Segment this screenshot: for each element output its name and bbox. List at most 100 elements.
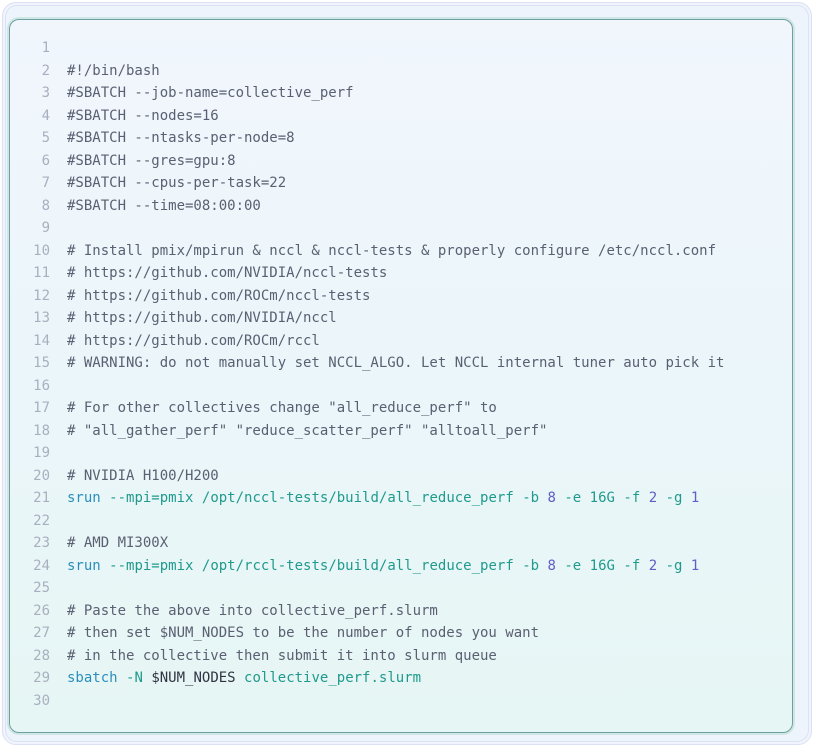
line-number: 24 [33,557,50,574]
code-token: # https://github.com/ROCm/rccl [67,332,320,349]
code-token: collective_perf.slurm [244,670,422,686]
code-token: 2 [648,557,658,574]
code-text: # https://github.com/NVIDIA/nccl [67,307,337,330]
code-token: srun [67,490,101,506]
code-token: # For other collectives change "all_redu… [67,400,497,416]
line-number: 3 [41,85,50,101]
code-token: #SBATCH --nodes=16 [67,107,219,124]
code-token: # https://github.com/NVIDIA/nccl [67,310,337,326]
code-token: # "all_gather_perf" "reduce_scatter_perf… [67,422,548,439]
code-token: #SBATCH --job-name=collective_perf [67,85,354,101]
code-token: # NVIDIA H100/H200 [67,467,219,484]
code-token: 8 [547,557,556,574]
code-token: # in the collective then submit it into … [67,647,497,664]
line-number: 29 [33,670,50,686]
code-text: # https://github.com/ROCm/nccl-tests [67,285,370,308]
code-text: # Install pmix/mpirun & nccl & nccl-test… [67,240,716,263]
code-token: # WARNING: do not manually set NCCL_ALGO… [67,355,725,371]
code-token: /opt/nccl-tests/build/all_reduce_perf [201,490,514,506]
line-number: 15 [33,355,50,371]
code-token: -e [564,557,582,574]
code-text: # Paste the above into collective_perf.s… [67,600,438,623]
code-text: #!/bin/bash [67,60,160,83]
code-token: /opt/rccl-tests/build/all_reduce_perf [201,557,514,574]
code-token: #SBATCH --ntasks-per-node=8 [67,130,295,146]
code-text: sbatch -N $NUM_NODES collective_perf.slu… [67,667,421,690]
code-token: #SBATCH --cpus-per-task=22 [67,175,287,191]
code-token: # Paste the above into collective_perf.s… [67,602,438,619]
line-number: 12 [33,287,50,304]
code-token: 1 [690,490,700,506]
line-number: 27 [33,625,50,641]
line-number: 6 [41,152,50,169]
code-token: $NUM_NODES [151,670,236,686]
code-text: #SBATCH --ntasks-per-node=8 [67,127,295,150]
line-number: 13 [33,310,50,326]
line-number: 11 [33,265,50,281]
line-number: 16 [33,377,50,394]
line-number: 23 [33,535,50,551]
code-token: 2 [648,490,658,506]
line-number: 5 [41,130,50,146]
line-number: 10 [33,242,50,259]
code-text: srun --mpi=pmix /opt/nccl-tests/build/al… [67,487,699,510]
code-token: # https://github.com/ROCm/nccl-tests [67,287,371,304]
line-number: 26 [33,602,50,619]
code-text: # in the collective then submit it into … [67,645,497,668]
code-token: -e [564,490,582,506]
code-token: 1 [690,557,700,574]
line-number: 28 [33,647,50,664]
line-number: 25 [33,580,50,596]
code-text: # WARNING: do not manually set NCCL_ALGO… [67,352,724,375]
code-token: srun [67,557,101,574]
code-token: # Install pmix/mpirun & nccl & nccl-test… [67,242,717,259]
code-text: # NVIDIA H100/H200 [67,465,219,488]
line-number: 18 [33,422,50,439]
line-number: 17 [33,400,50,416]
code-text: # https://github.com/ROCm/rccl [67,330,320,353]
code-text: #SBATCH --gres=gpu:8 [67,150,236,173]
code-token: -f [623,490,641,506]
code-text: # then set $NUM_NODES to be the number o… [67,622,539,645]
code-text: # For other collectives change "all_redu… [67,397,497,420]
line-number: 7 [41,175,50,191]
code-token: -b [522,490,540,506]
code-token: #SBATCH --gres=gpu:8 [67,152,236,169]
code-text: #SBATCH --cpus-per-task=22 [67,172,286,195]
line-number: 9 [41,220,50,236]
code-text: #SBATCH --time=08:00:00 [67,195,261,218]
code-token: # AMD MI300X [67,535,169,551]
code-text: srun --mpi=pmix /opt/rccl-tests/build/al… [67,555,699,578]
code-text: # AMD MI300X [67,532,168,555]
line-number: 14 [33,332,50,349]
line-number: 20 [33,467,50,484]
code-token: -b [522,557,540,574]
line-number: 4 [41,107,50,124]
line-number: 19 [33,445,50,461]
code-token: -f [623,557,641,574]
code-token: #SBATCH --time=08:00:00 [67,197,261,214]
code-token: --mpi=pmix [109,557,194,574]
code-editor[interactable]: 1 2 #!/bin/bash 3 #SBATCH --job-name=collect… [9,19,793,733]
code-text: #SBATCH --nodes=16 [67,105,219,128]
code-token: -g [665,490,683,506]
code-token: 16G [589,557,615,574]
code-token: -N [126,670,143,686]
